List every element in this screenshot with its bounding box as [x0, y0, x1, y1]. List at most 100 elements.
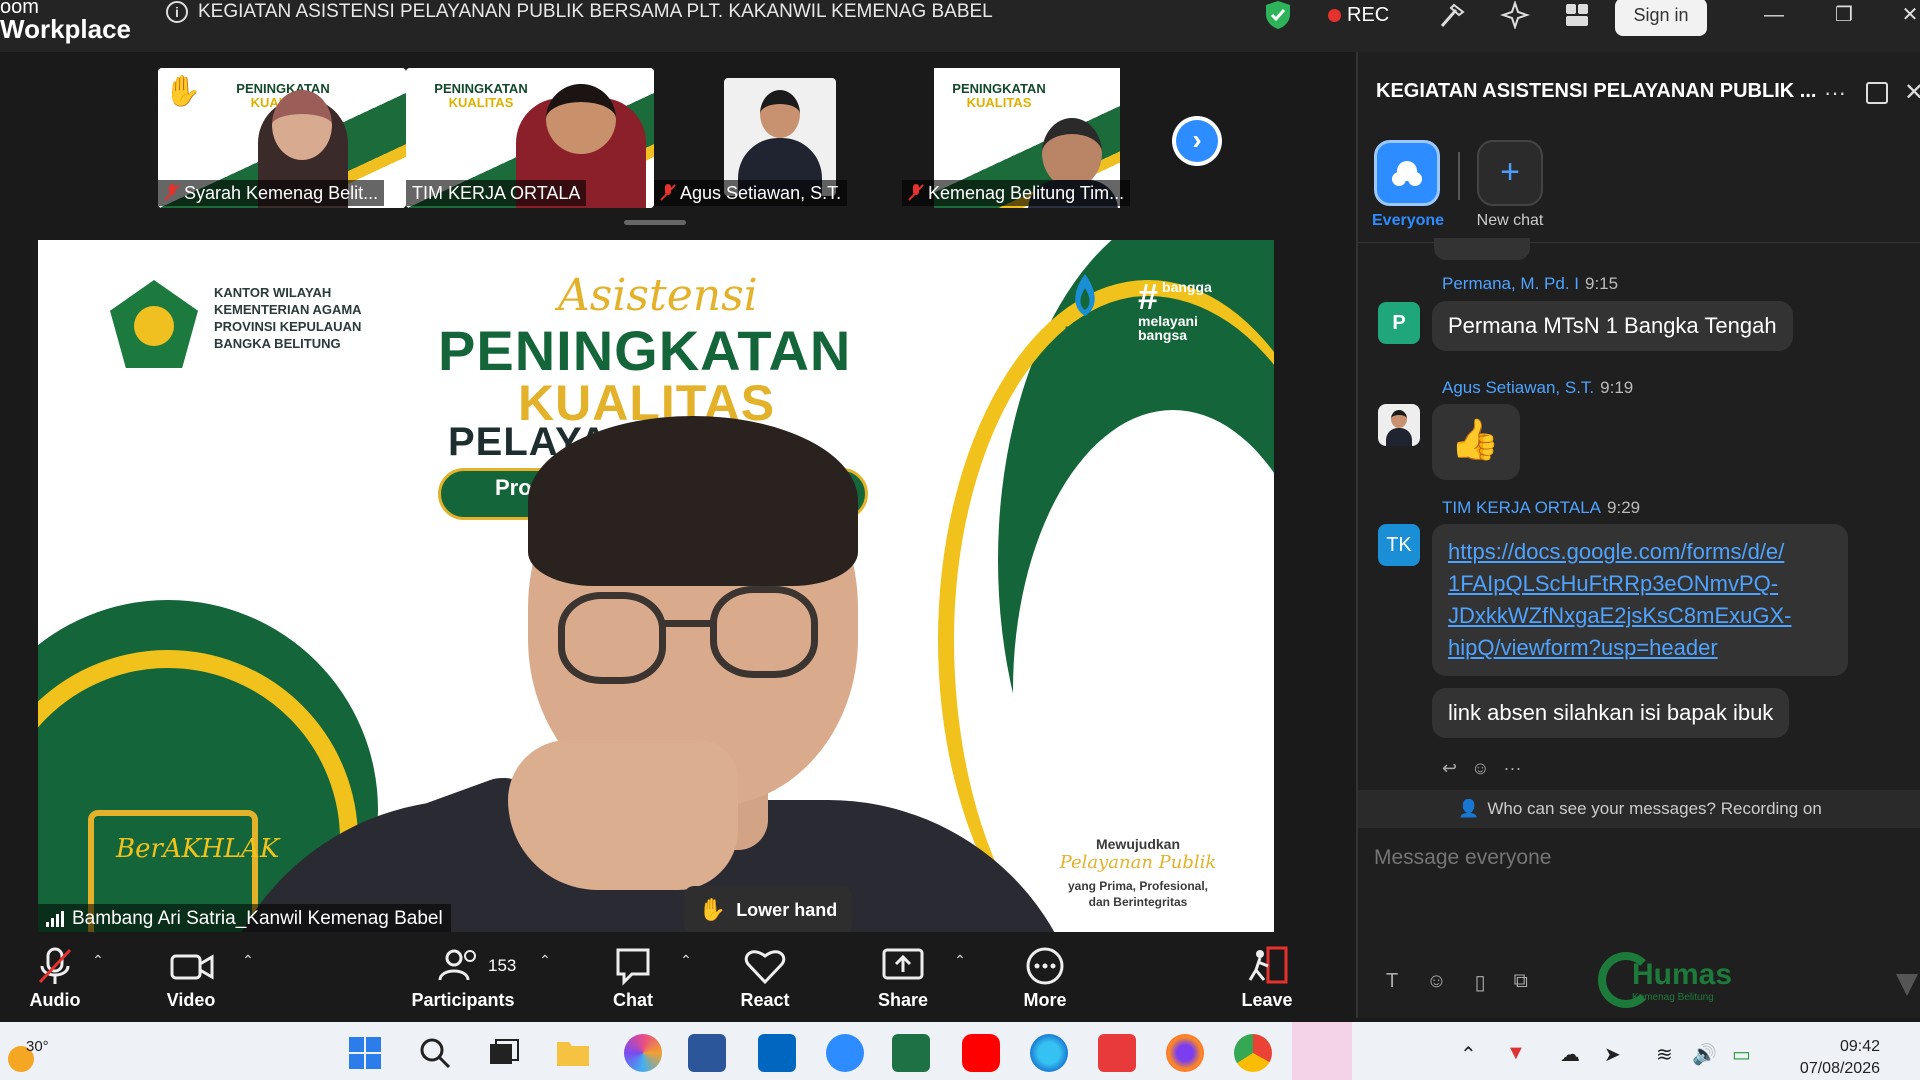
- privacy-notice[interactable]: 👤 Who can see your messages? Recording o…: [1358, 790, 1920, 828]
- message-link[interactable]: https://docs.google.com/forms/d/e/ 1FAIp…: [1432, 524, 1848, 676]
- lower-hand-label: Lower hand: [736, 899, 838, 920]
- firefox-icon[interactable]: [1166, 1034, 1204, 1072]
- close-icon[interactable]: ✕: [1904, 78, 1920, 107]
- chat-tab-new-chat[interactable]: + New chat: [1470, 140, 1550, 240]
- share-button[interactable]: Share: [848, 946, 958, 1018]
- screenshot-icon[interactable]: ⧉: [1514, 970, 1528, 995]
- message-bubble[interactable]: link absen silahkan isi bapak ibuk: [1432, 688, 1790, 738]
- audio-options-caret-icon[interactable]: ⌃: [88, 952, 108, 972]
- slide-script-title: Asistensi: [558, 270, 758, 321]
- message-bubble[interactable]: Permana MTsN 1 Bangka Tengah: [1432, 301, 1793, 351]
- active-speaker-video[interactable]: KANTOR WILAYAH KEMENTERIAN AGAMA PROVINS…: [38, 240, 1274, 932]
- excel-icon[interactable]: [892, 1034, 930, 1072]
- strip-resize-handle[interactable]: [624, 220, 686, 225]
- leave-button[interactable]: Leave: [1212, 946, 1322, 1018]
- participant-tile[interactable]: PENINGKATANKUALITAS ✋ Syarah Kemenag Bel…: [158, 68, 406, 208]
- kemenag-logo: [110, 280, 198, 368]
- avatar: P: [1378, 302, 1420, 344]
- bangga-melayani-logo: # bangga melayani bangsa: [1138, 276, 1212, 343]
- share-options-caret-icon[interactable]: ⌃: [950, 952, 970, 972]
- active-app-icon[interactable]: [1292, 1022, 1352, 1080]
- reply-icon[interactable]: ↩: [1442, 758, 1457, 779]
- message-sender: Permana, M. Pd. I 9:15: [1442, 274, 1619, 293]
- file-icon[interactable]: ▯: [1475, 970, 1486, 995]
- next-page-button[interactable]: ›: [1172, 116, 1222, 166]
- store-icon[interactable]: [758, 1034, 796, 1072]
- cloud-off-icon[interactable]: ☁: [1560, 1042, 1580, 1067]
- recording-indicator[interactable]: REC: [1328, 2, 1389, 28]
- participant-tile[interactable]: PENINGKATAN KUALITAS TIM KERJA ORTALA: [406, 68, 654, 208]
- volume-icon[interactable]: 🔊: [1692, 1042, 1717, 1067]
- weather-widget[interactable]: 30°: [8, 1032, 68, 1072]
- wps-icon[interactable]: [1098, 1034, 1136, 1072]
- message-bubble[interactable]: 👍: [1432, 404, 1520, 480]
- poster-title: PENINGKATANKUALITAS: [434, 81, 528, 110]
- participants-label: Participants: [411, 990, 515, 1010]
- system-clock[interactable]: 09:42 07/08/2026: [1780, 1036, 1880, 1080]
- message-input[interactable]: [1374, 838, 1904, 878]
- plus-icon: +: [1477, 140, 1543, 206]
- popout-icon[interactable]: [1866, 82, 1888, 104]
- edge-icon[interactable]: [1030, 1034, 1068, 1072]
- more-icon[interactable]: ···: [1503, 758, 1521, 779]
- chat-options-caret-icon[interactable]: ⌃: [676, 952, 696, 972]
- apps-grid-icon[interactable]: [1562, 1, 1592, 29]
- privacy-text: Who can see your messages? Recording on: [1487, 799, 1822, 818]
- clock-time: 09:42: [1839, 1038, 1880, 1055]
- file-explorer-icon[interactable]: [554, 1034, 592, 1072]
- clock-date: 07/08/2026: [1799, 1060, 1880, 1077]
- minimize-icon[interactable]: —: [1754, 0, 1794, 34]
- participants-options-caret-icon[interactable]: ⌃: [535, 952, 555, 972]
- react-button[interactable]: React: [710, 946, 820, 1018]
- emoji-react-icon[interactable]: ☺: [1471, 758, 1489, 779]
- copilot-icon[interactable]: [624, 1034, 662, 1072]
- lower-hand-button[interactable]: ✋ Lower hand: [684, 886, 852, 934]
- send-icon[interactable]: [1896, 974, 1918, 996]
- video-label: Video: [166, 990, 216, 1010]
- text-format-icon[interactable]: T: [1386, 970, 1398, 995]
- location-icon[interactable]: ➤: [1604, 1042, 1621, 1067]
- person-lock-icon: 👤: [1458, 799, 1480, 818]
- wifi-icon[interactable]: ≋: [1656, 1042, 1673, 1067]
- sign-in-button[interactable]: Sign in: [1615, 0, 1707, 36]
- show-hidden-icons-icon[interactable]: ⌃: [1460, 1042, 1477, 1067]
- speaker-name: Bambang Ari Satria_Kanwil Kemenag Babel: [72, 908, 443, 929]
- svg-text:DUMAS: DUMAS: [1065, 325, 1105, 337]
- emoji-icon[interactable]: ☺: [1426, 970, 1446, 995]
- restore-icon[interactable]: ❐: [1824, 0, 1864, 34]
- more-label: More: [1023, 990, 1067, 1010]
- battery-icon[interactable]: ▭: [1732, 1042, 1751, 1067]
- chat-bubble-icon: [616, 948, 650, 986]
- close-window-icon[interactable]: ✕: [1890, 0, 1920, 34]
- search-icon[interactable]: [416, 1034, 454, 1072]
- leave-label: Leave: [1241, 990, 1293, 1010]
- participant-tile[interactable]: PENINGKATAN KUALITAS Kemenag Belitung Tim…: [902, 68, 1150, 208]
- leave-icon: [1248, 946, 1288, 984]
- audio-label: Audio: [29, 990, 81, 1010]
- chrome-icon[interactable]: [1234, 1034, 1272, 1072]
- slide-footer-text: Mewujudkan: [1095, 836, 1180, 852]
- magic-wand-icon[interactable]: [1437, 1, 1467, 29]
- antivirus-icon[interactable]: ▼: [1506, 1042, 1526, 1065]
- chat-button[interactable]: Chat: [578, 946, 688, 1018]
- task-view-icon[interactable]: [484, 1034, 522, 1072]
- sparkle-icon[interactable]: [1500, 1, 1530, 29]
- info-icon[interactable]: i: [166, 1, 188, 23]
- chat-tab-new-label: New chat: [1476, 212, 1544, 229]
- youtube-icon[interactable]: [962, 1034, 1000, 1072]
- speaker-hand: [508, 740, 738, 890]
- shield-icon[interactable]: [1264, 0, 1292, 30]
- video-button[interactable]: Video: [136, 946, 246, 1018]
- video-options-caret-icon[interactable]: ⌃: [238, 952, 258, 972]
- chat-tab-everyone[interactable]: Everyone: [1372, 140, 1444, 240]
- start-icon[interactable]: [346, 1034, 384, 1072]
- windows-taskbar: 30° ⌃ ▼ ☁ ➤ ≋ 🔊 ▭ 09:42 07/08/2026: [0, 1022, 1920, 1080]
- more-button[interactable]: More: [990, 946, 1100, 1018]
- zoom-icon[interactable]: [826, 1034, 864, 1072]
- participant-tile[interactable]: Agus Setiawan, S.T.: [654, 68, 902, 208]
- chevron-right-icon: ›: [1176, 120, 1218, 162]
- word-icon[interactable]: [688, 1034, 726, 1072]
- chat-header-title: KEGIATAN ASISTENSI PELAYANAN PUBLIK ...: [1376, 80, 1817, 102]
- record-dot-icon: [1328, 8, 1341, 22]
- more-options-icon[interactable]: ···: [1824, 80, 1846, 106]
